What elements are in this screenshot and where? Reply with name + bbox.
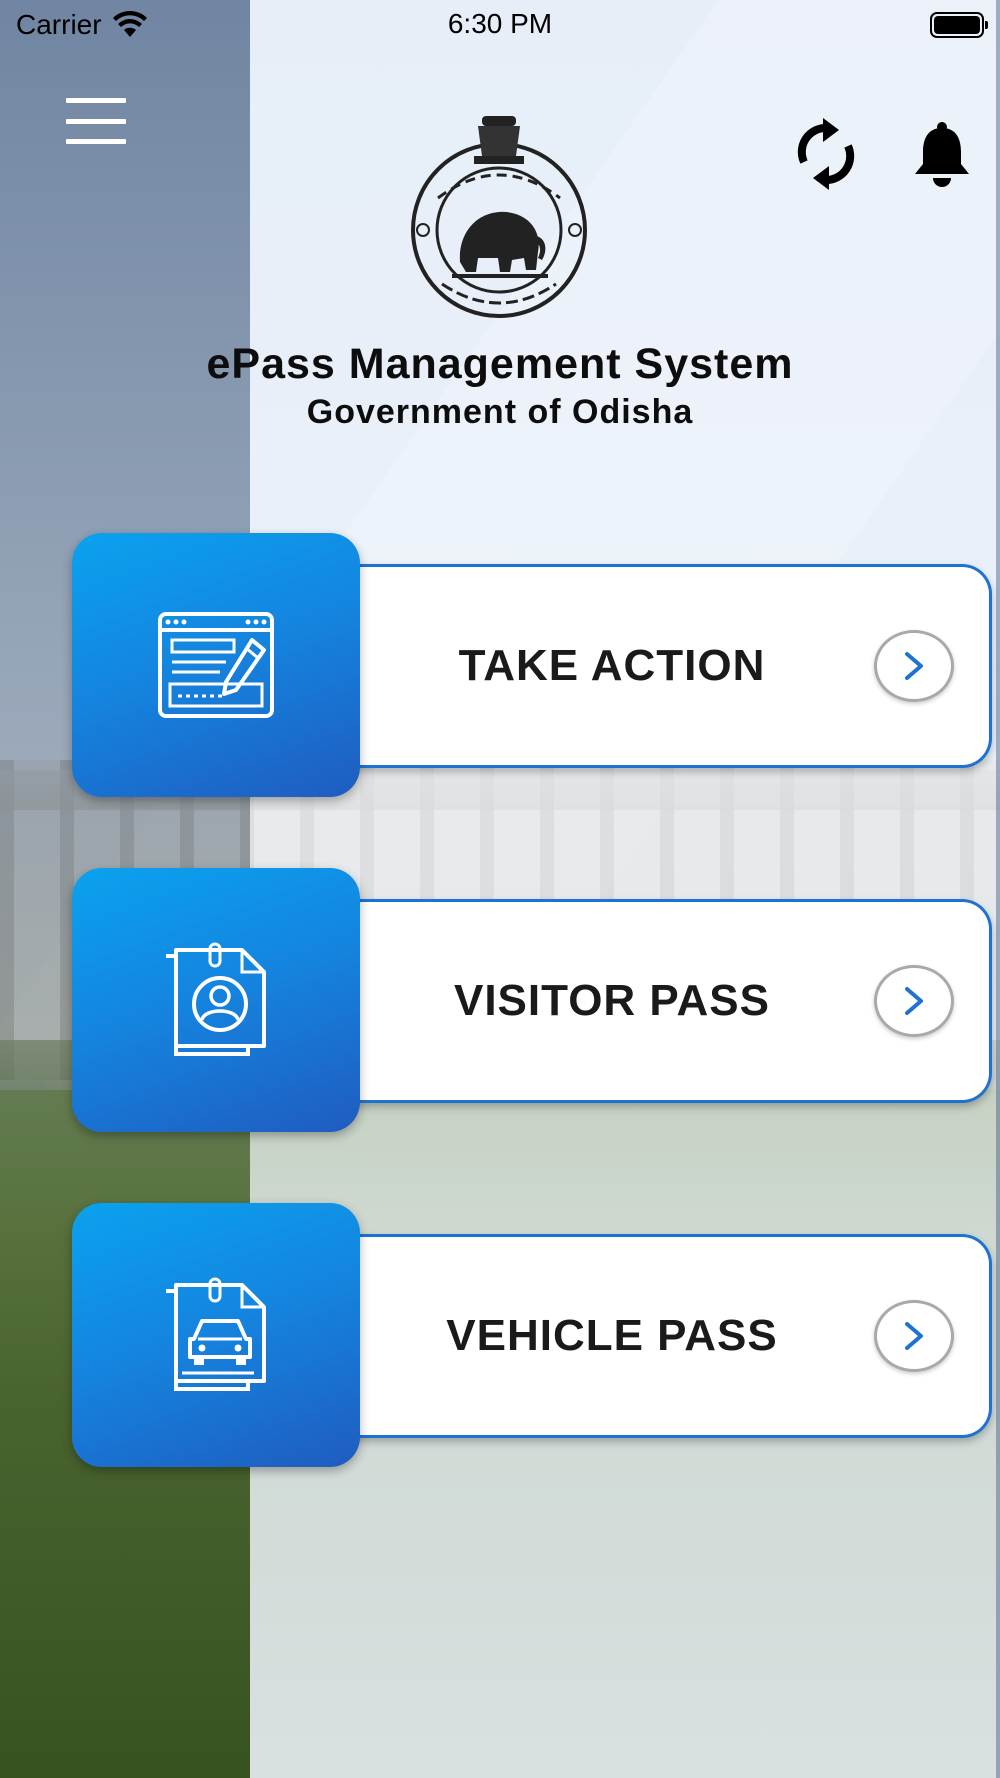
- form-edit-icon: [158, 612, 274, 718]
- vehicle-pass-card[interactable]: VEHICLE PASS: [72, 1203, 992, 1467]
- take-action-card[interactable]: TAKE ACTION: [72, 533, 992, 797]
- notifications-button[interactable]: [913, 122, 971, 190]
- hamburger-menu-icon[interactable]: [66, 98, 126, 144]
- status-bar: Carrier 6:30 PM: [0, 0, 1000, 50]
- vehicle-document-icon: [166, 1277, 266, 1391]
- government-emblem: [408, 112, 590, 322]
- card-icon-box: [72, 868, 360, 1132]
- chevron-right-icon: [905, 987, 923, 1015]
- app-title: ePass Management System: [206, 340, 794, 388]
- refresh-button[interactable]: [795, 118, 857, 190]
- visitor-pass-card[interactable]: VISITOR PASS: [72, 868, 992, 1132]
- take-action-chevron-button[interactable]: [874, 630, 954, 702]
- battery-level: [934, 16, 980, 34]
- status-time: 6:30 PM: [447, 8, 553, 39]
- card-icon-box: [72, 1203, 360, 1467]
- take-action-label: TAKE ACTION: [458, 641, 766, 690]
- menu-line: [66, 98, 126, 103]
- card-icon-box: [72, 533, 360, 797]
- chevron-right-icon: [905, 1322, 923, 1350]
- vehicle-pass-label: VEHICLE PASS: [446, 1311, 778, 1360]
- visitor-id-card-icon: [166, 942, 266, 1056]
- bell-icon: [915, 122, 969, 187]
- battery-icon: [930, 12, 988, 38]
- refresh-icon: [797, 118, 855, 190]
- visitor-pass-chevron-button[interactable]: [874, 965, 954, 1037]
- background-edge: [996, 0, 1000, 1778]
- chevron-right-icon: [905, 652, 923, 680]
- menu-line: [66, 139, 126, 144]
- vehicle-pass-chevron-button[interactable]: [874, 1300, 954, 1372]
- odisha-emblem-icon: [411, 116, 587, 318]
- visitor-pass-label: VISITOR PASS: [453, 976, 770, 1025]
- app-subtitle: Government of Odisha: [306, 393, 694, 431]
- menu-line: [66, 118, 126, 124]
